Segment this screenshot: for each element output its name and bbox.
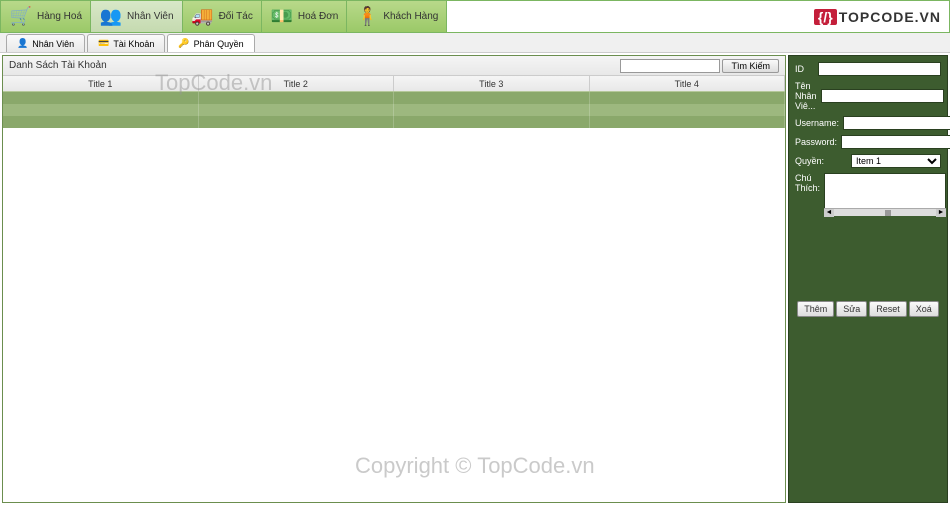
form-row-role: Quyền: Item 1 xyxy=(795,154,941,168)
button-row: Thêm Sửa Reset Xoá xyxy=(795,301,941,317)
main-toolbar: 🛒 Hàng Hoá 👥 Nhân Viên 🚚 Đối Tác 💵 Hoá Đ… xyxy=(0,0,950,33)
form-panel: ID Tên Nhân Viê... Username: Password: Q… xyxy=(788,55,948,503)
id-label: ID xyxy=(795,64,814,74)
password-field[interactable] xyxy=(841,135,950,149)
edit-button[interactable]: Sửa xyxy=(836,301,867,317)
list-panel: Danh Sách Tài Khoản Tìm Kiếm Title 1 Tit… xyxy=(2,55,786,503)
person-icon: 👤 xyxy=(17,38,28,49)
column-header[interactable]: Title 2 xyxy=(199,76,395,91)
table-body xyxy=(3,92,785,128)
person-icon: 🧍 xyxy=(355,5,379,29)
reset-button[interactable]: Reset xyxy=(869,301,907,317)
username-label: Username: xyxy=(795,118,839,128)
delete-button[interactable]: Xoá xyxy=(909,301,939,317)
nav-label: Nhân Viên xyxy=(127,11,174,22)
logo-text: TOPCODE.VN xyxy=(839,9,941,25)
note-label: Chú Thích: xyxy=(795,173,820,193)
note-field[interactable] xyxy=(824,173,946,211)
table-row[interactable] xyxy=(3,104,785,116)
textarea-wrap: ◄ ► xyxy=(824,173,946,216)
column-header[interactable]: Title 3 xyxy=(394,76,590,91)
sub-tabbar: 👤 Nhân Viên 💳 Tài Khoản 🔑 Phân Quyền xyxy=(0,33,950,53)
form-row-id: ID xyxy=(795,62,941,76)
search-button[interactable]: Tìm Kiếm xyxy=(722,59,779,73)
column-header[interactable]: Title 4 xyxy=(590,76,786,91)
search-input[interactable] xyxy=(620,59,720,73)
id-field[interactable] xyxy=(818,62,941,76)
nav-label: Hàng Hoá xyxy=(37,11,82,22)
content-area: Danh Sách Tài Khoản Tìm Kiếm Title 1 Tit… xyxy=(0,53,950,505)
nav-label: Hoá Đơn xyxy=(298,11,338,22)
cart-icon: 🛒 xyxy=(9,5,33,29)
column-header[interactable]: Title 1 xyxy=(3,76,199,91)
name-field[interactable] xyxy=(821,89,944,103)
horizontal-scrollbar[interactable]: ◄ ► xyxy=(824,208,946,216)
scroll-right-icon[interactable]: ► xyxy=(936,209,946,217)
table-header: Title 1 Title 2 Title 3 Title 4 xyxy=(3,76,785,92)
tab-label: Nhân Viên xyxy=(32,39,74,49)
panel-title: Danh Sách Tài Khoản xyxy=(9,60,107,71)
card-icon: 💳 xyxy=(98,38,109,49)
search-wrap: Tìm Kiếm xyxy=(620,59,779,73)
truck-icon: 🚚 xyxy=(191,5,215,29)
tab-label: Phân Quyền xyxy=(194,39,244,49)
tab-nhanvien[interactable]: 👤 Nhân Viên xyxy=(6,34,85,52)
nav-doitac[interactable]: 🚚 Đối Tác xyxy=(183,1,262,32)
people-icon: 👥 xyxy=(99,5,123,29)
invoice-icon: 💵 xyxy=(270,5,294,29)
table-row[interactable] xyxy=(3,92,785,104)
form-row-name: Tên Nhân Viê... xyxy=(795,81,941,111)
panel-header: Danh Sách Tài Khoản Tìm Kiếm xyxy=(3,56,785,76)
tab-phanquyen[interactable]: 🔑 Phân Quyền xyxy=(167,34,254,52)
form-row-username: Username: xyxy=(795,116,941,130)
nav-label: Đối Tác xyxy=(219,11,253,22)
table-row[interactable] xyxy=(3,116,785,128)
logo: {/} TOPCODE.VN xyxy=(806,1,949,32)
role-label: Quyền: xyxy=(795,156,847,166)
username-field[interactable] xyxy=(843,116,950,130)
tab-taikhoan[interactable]: 💳 Tài Khoản xyxy=(87,34,165,52)
password-label: Password: xyxy=(795,137,837,147)
form-row-password: Password: xyxy=(795,135,941,149)
logo-bracket-icon: {/} xyxy=(814,9,837,25)
role-select[interactable]: Item 1 xyxy=(851,154,941,168)
tab-label: Tài Khoản xyxy=(113,39,154,49)
nav-khachhang[interactable]: 🧍 Khách Hàng xyxy=(347,1,447,32)
add-button[interactable]: Thêm xyxy=(797,301,834,317)
nav-label: Khách Hàng xyxy=(383,11,438,22)
scroll-left-icon[interactable]: ◄ xyxy=(824,209,834,217)
nav-hoadon[interactable]: 💵 Hoá Đơn xyxy=(262,1,347,32)
scroll-thumb[interactable] xyxy=(885,210,891,216)
key-icon: 🔑 xyxy=(178,38,189,49)
nav-hanghoa[interactable]: 🛒 Hàng Hoá xyxy=(1,1,91,32)
form-row-note: Chú Thích: ◄ ► xyxy=(795,173,941,216)
nav-nhanvien[interactable]: 👥 Nhân Viên xyxy=(91,1,183,32)
name-label: Tên Nhân Viê... xyxy=(795,81,817,111)
